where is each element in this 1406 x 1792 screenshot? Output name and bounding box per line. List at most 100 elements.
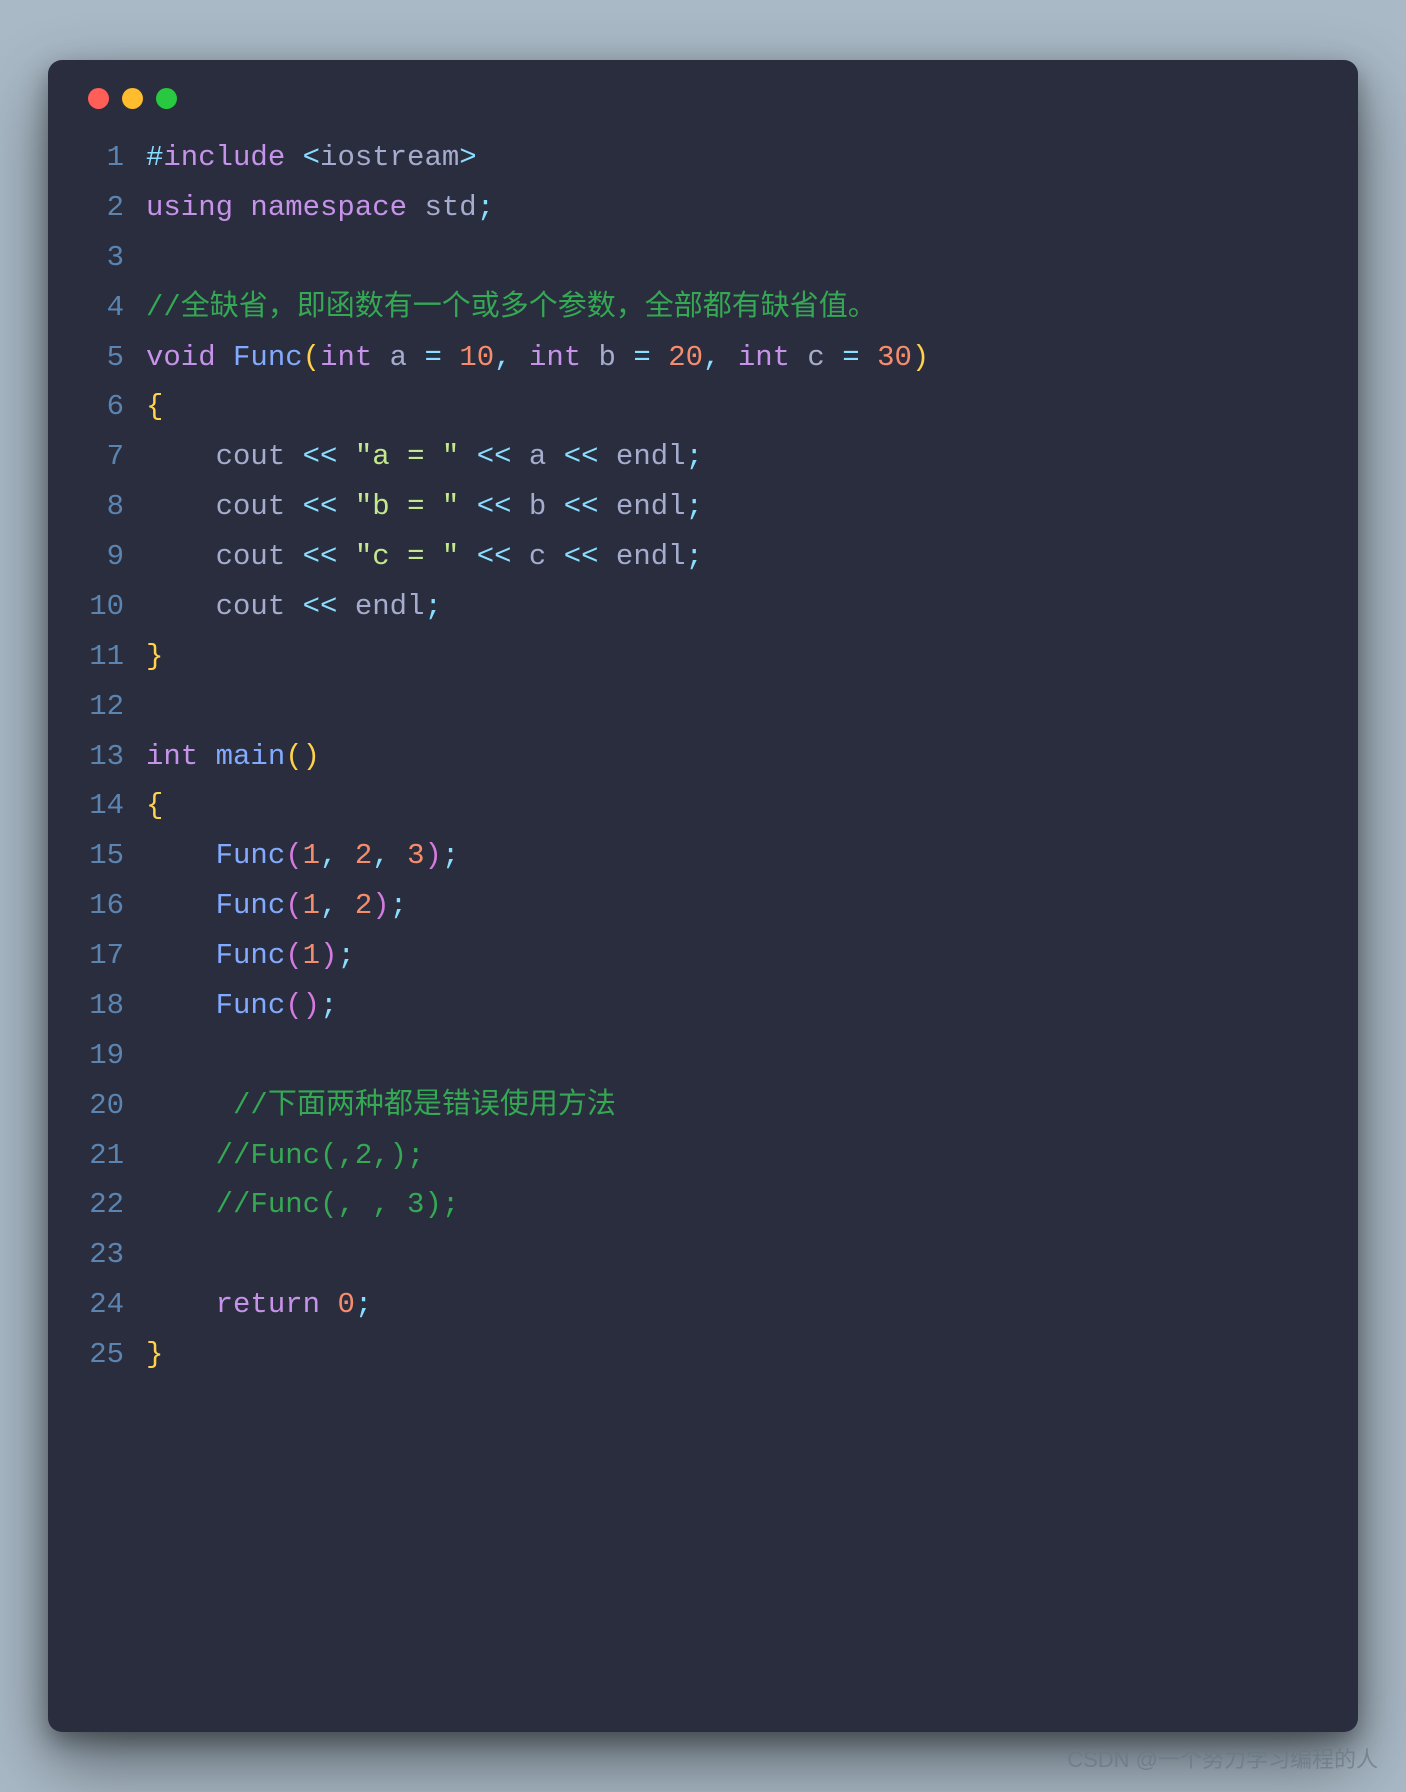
token-op: << <box>303 540 338 573</box>
token-op: , <box>372 839 389 872</box>
code-content: cout << "a = " << a << endl; <box>146 432 1324 482</box>
line-number: 20 <box>82 1081 146 1131</box>
code-line: 18 Func(); <box>82 981 1324 1031</box>
token-op: << <box>477 490 512 523</box>
watermark-text: CSDN @一个努力学习编程的人 <box>1067 1742 1378 1774</box>
token-br: { <box>146 390 163 423</box>
line-number: 22 <box>82 1180 146 1230</box>
token-fn: Func <box>216 889 286 922</box>
token-id <box>337 490 354 523</box>
line-number: 25 <box>82 1330 146 1380</box>
token-n: 10 <box>459 341 494 374</box>
code-content: Func(); <box>146 981 1324 1031</box>
token-id <box>512 341 529 374</box>
code-content: cout << endl; <box>146 582 1324 632</box>
minimize-icon[interactable] <box>122 88 143 109</box>
token-op: = <box>425 341 442 374</box>
line-number: 10 <box>82 582 146 632</box>
token-br: } <box>146 1338 163 1371</box>
token-fn: Func <box>216 939 286 972</box>
token-id: endl <box>599 490 686 523</box>
token-s: "a = " <box>355 440 459 473</box>
token-op: , <box>320 889 337 922</box>
token-op: ; <box>355 1288 372 1321</box>
line-number: 5 <box>82 333 146 383</box>
token-id: cout <box>146 440 303 473</box>
line-number: 18 <box>82 981 146 1031</box>
token-id <box>146 1139 216 1172</box>
token-c: //Func(,2,); <box>216 1139 425 1172</box>
line-number: 24 <box>82 1280 146 1330</box>
token-br: { <box>146 789 163 822</box>
token-id <box>320 1288 337 1321</box>
code-line: 16 Func(1, 2); <box>82 881 1324 931</box>
token-fn: main <box>216 740 286 773</box>
token-op: ; <box>686 440 703 473</box>
line-number: 7 <box>82 432 146 482</box>
code-line: 24 return 0; <box>82 1280 1324 1330</box>
code-line: 20 //下面两种都是错误使用方法 <box>82 1081 1324 1131</box>
token-n: 1 <box>303 839 320 872</box>
token-id <box>146 839 216 872</box>
code-content: Func(1); <box>146 931 1324 981</box>
code-content: Func(1, 2, 3); <box>146 831 1324 881</box>
code-content: using namespace std; <box>146 183 1324 233</box>
line-number: 19 <box>82 1031 146 1081</box>
code-line: 8 cout << "b = " << b << endl; <box>82 482 1324 532</box>
token-id: iostream <box>320 141 459 174</box>
code-window: 1#include <iostream>2using namespace std… <box>48 60 1358 1732</box>
token-br2: ) <box>320 939 337 972</box>
token-br2: () <box>285 989 320 1022</box>
line-number: 14 <box>82 781 146 831</box>
token-k: namespace <box>250 191 407 224</box>
token-id <box>337 889 354 922</box>
line-number: 2 <box>82 183 146 233</box>
token-n: 1 <box>303 939 320 972</box>
token-id <box>216 341 233 374</box>
token-c: //Func(, , 3); <box>216 1188 460 1221</box>
token-id <box>442 341 459 374</box>
code-line: 4//全缺省，即函数有一个或多个参数，全部都有缺省值。 <box>82 283 1324 333</box>
token-t: int <box>320 341 372 374</box>
token-id <box>337 440 354 473</box>
line-number: 1 <box>82 133 146 183</box>
token-id: endl <box>599 440 686 473</box>
token-id <box>720 341 737 374</box>
token-br: } <box>146 640 163 673</box>
token-c: //全缺省，即函数有一个或多个参数，全部都有缺省值。 <box>146 291 877 324</box>
token-br2: ( <box>285 839 302 872</box>
code-content: #include <iostream> <box>146 133 1324 183</box>
token-t: int <box>146 740 198 773</box>
token-br2: ( <box>285 889 302 922</box>
line-number: 17 <box>82 931 146 981</box>
token-id: a <box>512 440 564 473</box>
code-editor: 1#include <iostream>2using namespace std… <box>82 133 1324 1380</box>
line-number: 16 <box>82 881 146 931</box>
token-fn: Func <box>216 989 286 1022</box>
line-number: 8 <box>82 482 146 532</box>
code-content: { <box>146 781 1324 831</box>
token-id: std <box>407 191 477 224</box>
code-content: void Func(int a = 10, int b = 20, int c … <box>146 333 1324 383</box>
code-content: cout << "c = " << c << endl; <box>146 532 1324 582</box>
token-id: c <box>512 540 564 573</box>
token-op: << <box>564 490 599 523</box>
token-op: ; <box>424 590 441 623</box>
token-br2: ( <box>285 939 302 972</box>
token-id <box>146 889 216 922</box>
maximize-icon[interactable] <box>156 88 177 109</box>
code-content <box>146 233 1324 283</box>
code-line: 13int main() <box>82 732 1324 782</box>
line-number: 13 <box>82 732 146 782</box>
code-content: //下面两种都是错误使用方法 <box>146 1081 1324 1131</box>
code-line: 6{ <box>82 382 1324 432</box>
token-op: << <box>564 540 599 573</box>
token-id <box>337 540 354 573</box>
token-id <box>146 1188 216 1221</box>
close-icon[interactable] <box>88 88 109 109</box>
line-number: 9 <box>82 532 146 582</box>
token-br: ) <box>912 341 929 374</box>
token-op: < <box>303 141 320 174</box>
token-op: = <box>633 341 650 374</box>
code-line: 14{ <box>82 781 1324 831</box>
